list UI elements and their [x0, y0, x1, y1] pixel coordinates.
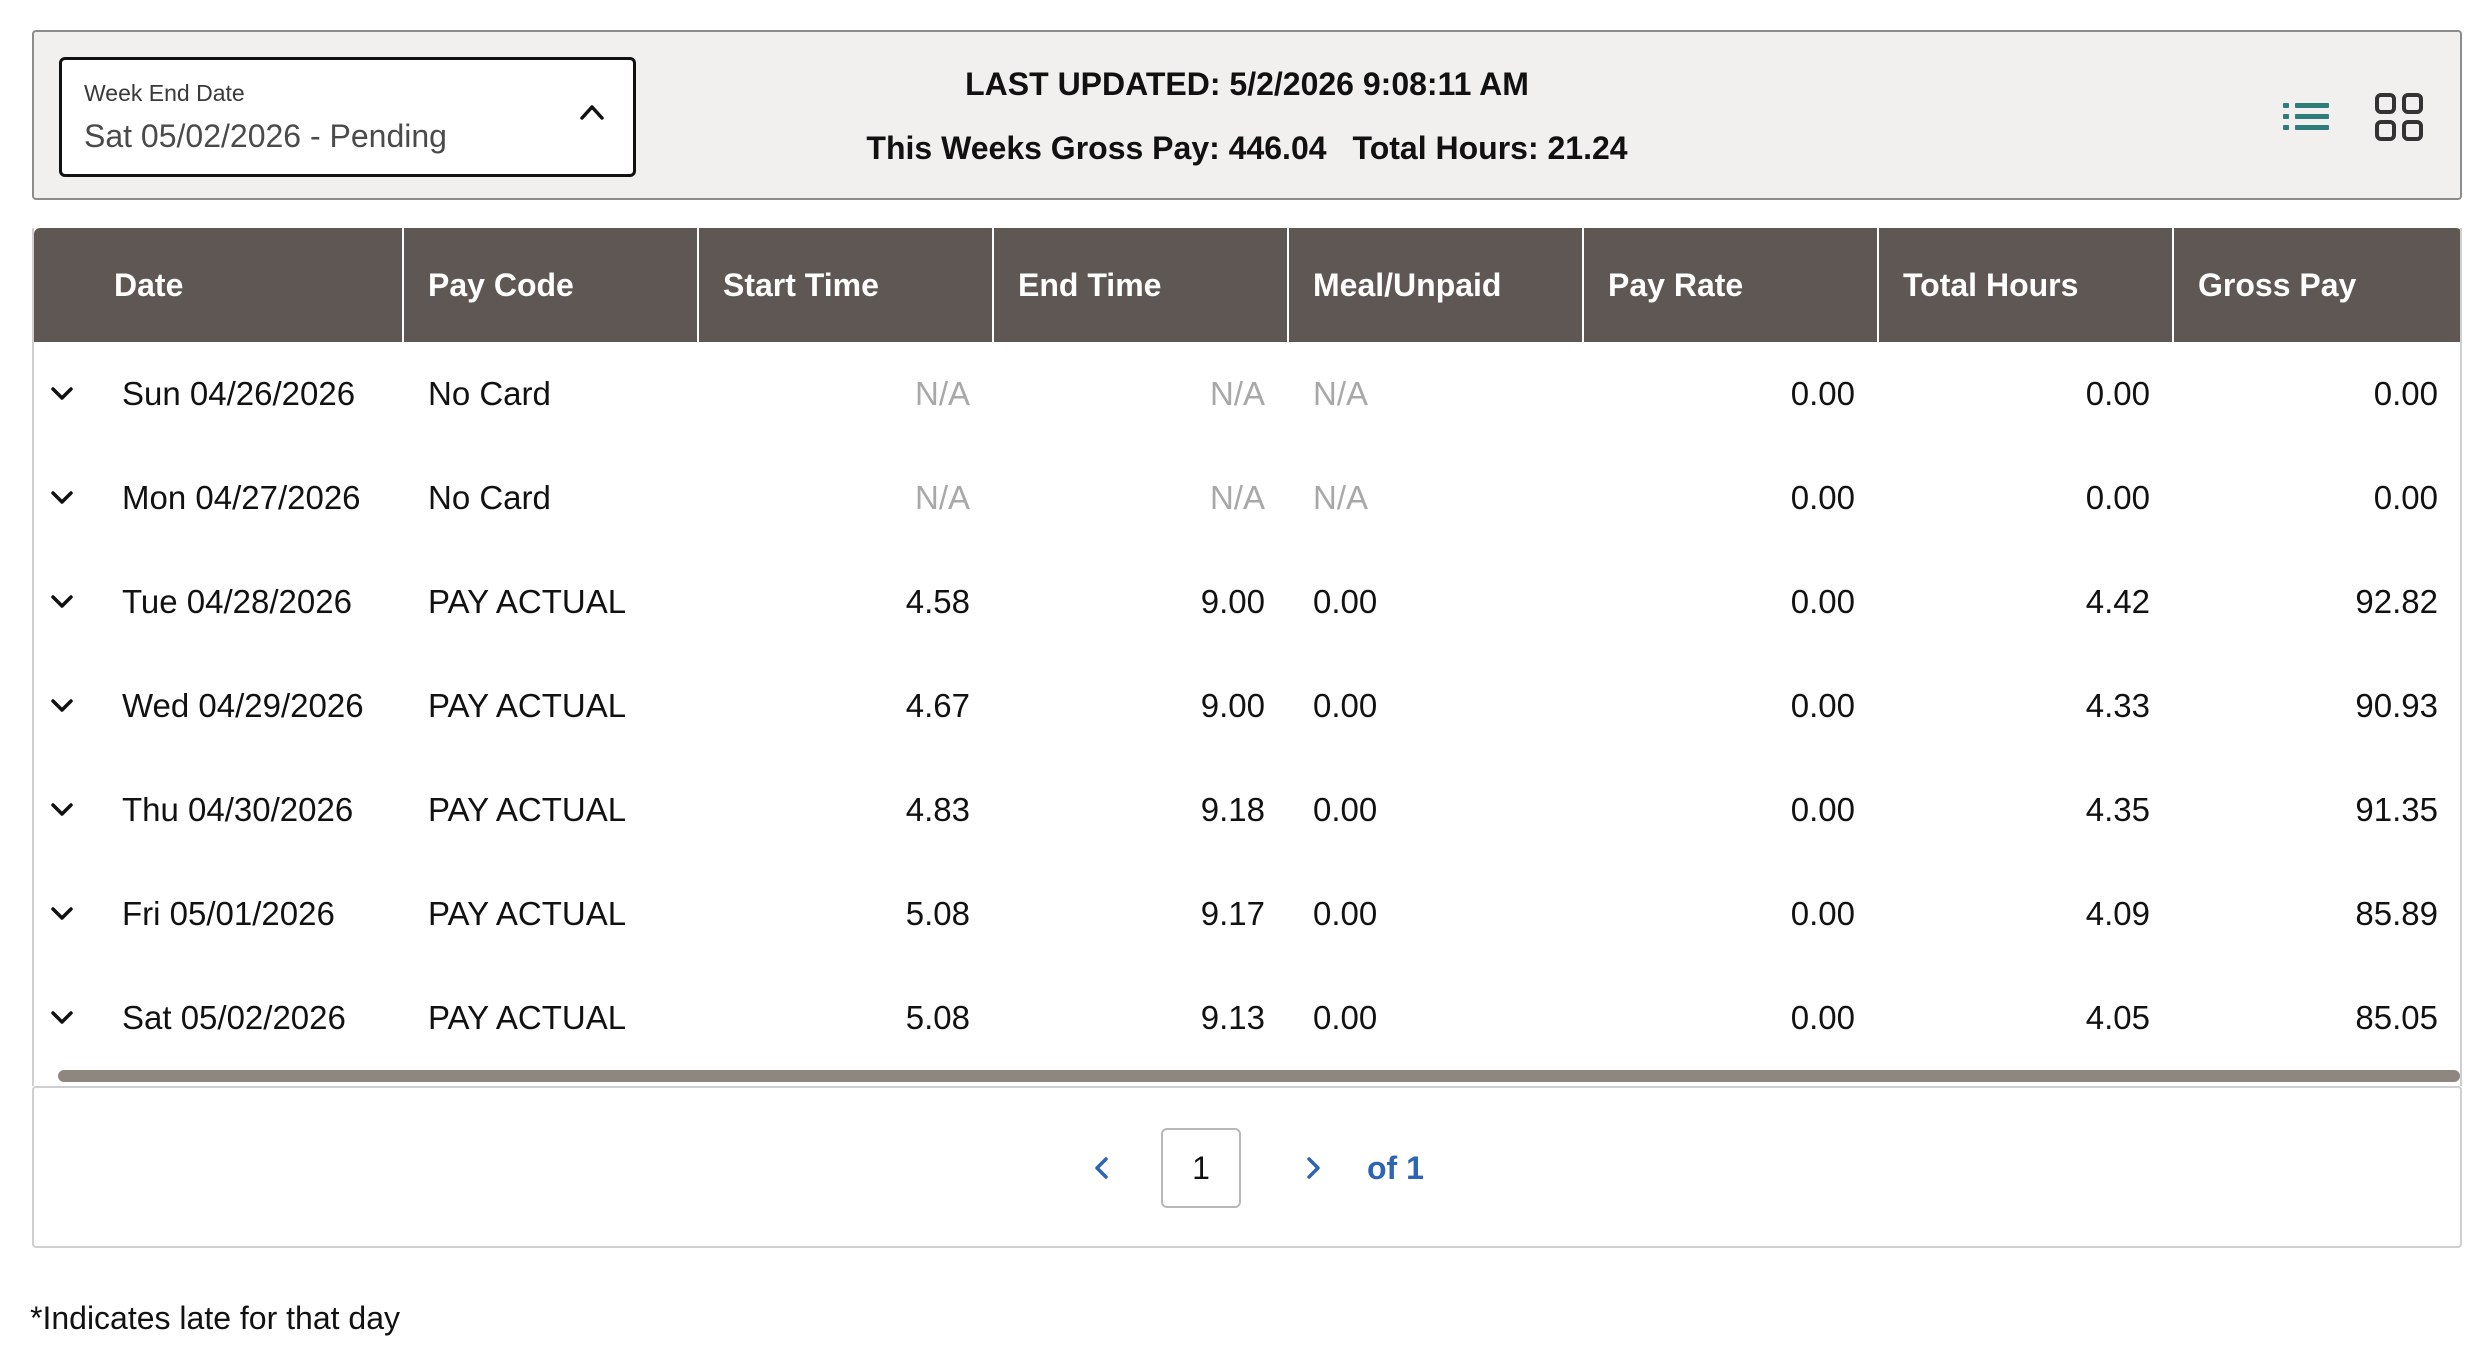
cell-pay-code: PAY ACTUAL [428, 687, 627, 724]
chevron-left-icon [1095, 1157, 1108, 1179]
cell-pay-rate: 0.00 [1790, 687, 1855, 724]
cell-end-time: 9.13 [1200, 999, 1265, 1036]
cell-total-hours: 4.09 [2085, 895, 2150, 932]
cell-pay-rate: 0.00 [1790, 999, 1855, 1036]
cell-start-time: 5.08 [905, 999, 970, 1036]
cell-total-hours: 4.42 [2085, 583, 2150, 620]
list-view-button[interactable] [2279, 92, 2339, 142]
chevron-up-icon [580, 105, 604, 120]
cell-pay-code: No Card [428, 479, 551, 516]
gross-pay-total: This Weeks Gross Pay: 446.04 [866, 130, 1327, 166]
cell-start-time: N/A [914, 375, 970, 412]
cell-total-hours: 0.00 [2085, 375, 2150, 412]
cell-pay-rate: 0.00 [1790, 375, 1855, 412]
cell-total-hours: 4.35 [2085, 791, 2150, 828]
cell-pay-rate: 0.00 [1790, 791, 1855, 828]
table-body: Sun 04/26/2026 No Card N/A N/A N/A 0.00 0.00 0.… [34, 342, 2460, 1070]
column-header-pay-rate[interactable]: Pay Rate [1584, 228, 1879, 342]
pagination-panel: of 1 [32, 1086, 2462, 1248]
page-count-text: of 1 [1367, 1150, 1424, 1186]
week-end-date-label: Week End Date [84, 80, 245, 106]
table-row[interactable]: Fri 05/01/2026 PAY ACTUAL 5.08 9.17 0.00 0.00… [34, 862, 2460, 966]
cell-pay-code: No Card [428, 375, 551, 412]
cell-pay-code: PAY ACTUAL [428, 999, 627, 1036]
cell-start-time: 4.67 [905, 687, 970, 724]
cell-start-time: 5.08 [905, 895, 970, 932]
horizontal-scrollbar[interactable] [58, 1070, 2460, 1082]
cell-date: Mon 04/27/2026 [122, 479, 361, 516]
chevron-right-icon [1307, 1157, 1320, 1179]
cell-meal-unpaid: N/A [1313, 375, 1369, 412]
cell-pay-rate: 0.00 [1790, 583, 1855, 620]
cell-meal-unpaid: 0.00 [1313, 999, 1378, 1036]
cell-date: Thu 04/30/2026 [122, 791, 354, 828]
week-end-date-value: Sat 05/02/2026 - Pending [84, 118, 447, 154]
grid-icon [2375, 93, 2423, 141]
grid-view-button[interactable] [2369, 87, 2429, 147]
timecard-table: Date Pay Code Start Time End Time Meal/U… [32, 228, 2462, 1086]
total-hours-total: Total Hours: 21.24 [1352, 130, 1628, 166]
late-indicator-footnote: *Indicates late for that day [30, 1300, 400, 1336]
cell-start-time: N/A [914, 479, 970, 516]
column-header-gross-pay[interactable]: Gross Pay [2174, 228, 2460, 342]
table-row[interactable]: Sun 04/26/2026 No Card N/A N/A N/A 0.00 0.00 0.… [34, 342, 2460, 446]
cell-gross-pay: 0.00 [2373, 375, 2438, 412]
cell-start-time: 4.83 [905, 791, 970, 828]
column-header-start-time[interactable]: Start Time [699, 228, 994, 342]
cell-gross-pay: 0.00 [2373, 479, 2438, 516]
cell-start-time: 4.58 [905, 583, 970, 620]
table-row[interactable]: Sat 05/02/2026 PAY ACTUAL 5.08 9.13 0.00 0.00… [34, 966, 2460, 1070]
week-end-date-select[interactable]: Week End Date Sat 05/02/2026 - Pending [59, 57, 636, 177]
cell-date: Fri 05/01/2026 [122, 895, 335, 932]
cell-end-time: 9.18 [1200, 791, 1265, 828]
page-number-input[interactable] [1161, 1128, 1241, 1208]
cell-pay-code: PAY ACTUAL [428, 895, 627, 932]
column-header-pay-code[interactable]: Pay Code [404, 228, 699, 342]
cell-gross-pay: 92.82 [2355, 583, 2438, 620]
cell-pay-rate: 0.00 [1790, 479, 1855, 516]
table-row[interactable]: Wed 04/29/2026 PAY ACTUAL 4.67 9.00 0.00 0.00… [34, 654, 2460, 758]
list-icon [2283, 103, 2329, 130]
cell-total-hours: 0.00 [2085, 479, 2150, 516]
table-header: Date Pay Code Start Time End Time Meal/U… [34, 228, 2460, 342]
cell-end-time: 9.00 [1200, 687, 1265, 724]
column-header-end-time[interactable]: End Time [994, 228, 1289, 342]
cell-gross-pay: 91.35 [2355, 791, 2438, 828]
cell-meal-unpaid: 0.00 [1313, 791, 1378, 828]
cell-total-hours: 4.33 [2085, 687, 2150, 724]
cell-meal-unpaid: 0.00 [1313, 687, 1378, 724]
cell-pay-code: PAY ACTUAL [428, 583, 627, 620]
table-row[interactable]: Thu 04/30/2026 PAY ACTUAL 4.83 9.18 0.00 0.00… [34, 758, 2460, 862]
cell-meal-unpaid: N/A [1313, 479, 1369, 516]
cell-gross-pay: 85.05 [2355, 999, 2438, 1036]
cell-total-hours: 4.05 [2085, 999, 2150, 1036]
cell-end-time: N/A [1209, 375, 1265, 412]
week-summary-panel: Week End Date Sat 05/02/2026 - Pending L… [32, 30, 2462, 200]
column-header-meal-unpaid[interactable]: Meal/Unpaid [1289, 228, 1584, 342]
previous-page-button[interactable] [1081, 1148, 1121, 1188]
cell-end-time: N/A [1209, 479, 1265, 516]
cell-end-time: 9.00 [1200, 583, 1265, 620]
column-header-date[interactable]: Date [34, 228, 404, 342]
cell-meal-unpaid: 0.00 [1313, 895, 1378, 932]
column-header-total-hours[interactable]: Total Hours [1879, 228, 2174, 342]
table-row[interactable]: Mon 04/27/2026 No Card N/A N/A N/A 0.00 0.00 0.… [34, 446, 2460, 550]
cell-date: Wed 04/29/2026 [122, 687, 364, 724]
table-row[interactable]: Tue 04/28/2026 PAY ACTUAL 4.58 9.00 0.00 0.00… [34, 550, 2460, 654]
cell-pay-rate: 0.00 [1790, 895, 1855, 932]
cell-pay-code: PAY ACTUAL [428, 791, 627, 828]
cell-meal-unpaid: 0.00 [1313, 583, 1378, 620]
cell-end-time: 9.17 [1200, 895, 1265, 932]
cell-gross-pay: 85.89 [2355, 895, 2438, 932]
cell-gross-pay: 90.93 [2355, 687, 2438, 724]
cell-date: Sun 04/26/2026 [122, 375, 356, 412]
cell-date: Tue 04/28/2026 [122, 583, 352, 620]
cell-date: Sat 05/02/2026 [122, 999, 346, 1036]
next-page-button[interactable] [1294, 1148, 1334, 1188]
